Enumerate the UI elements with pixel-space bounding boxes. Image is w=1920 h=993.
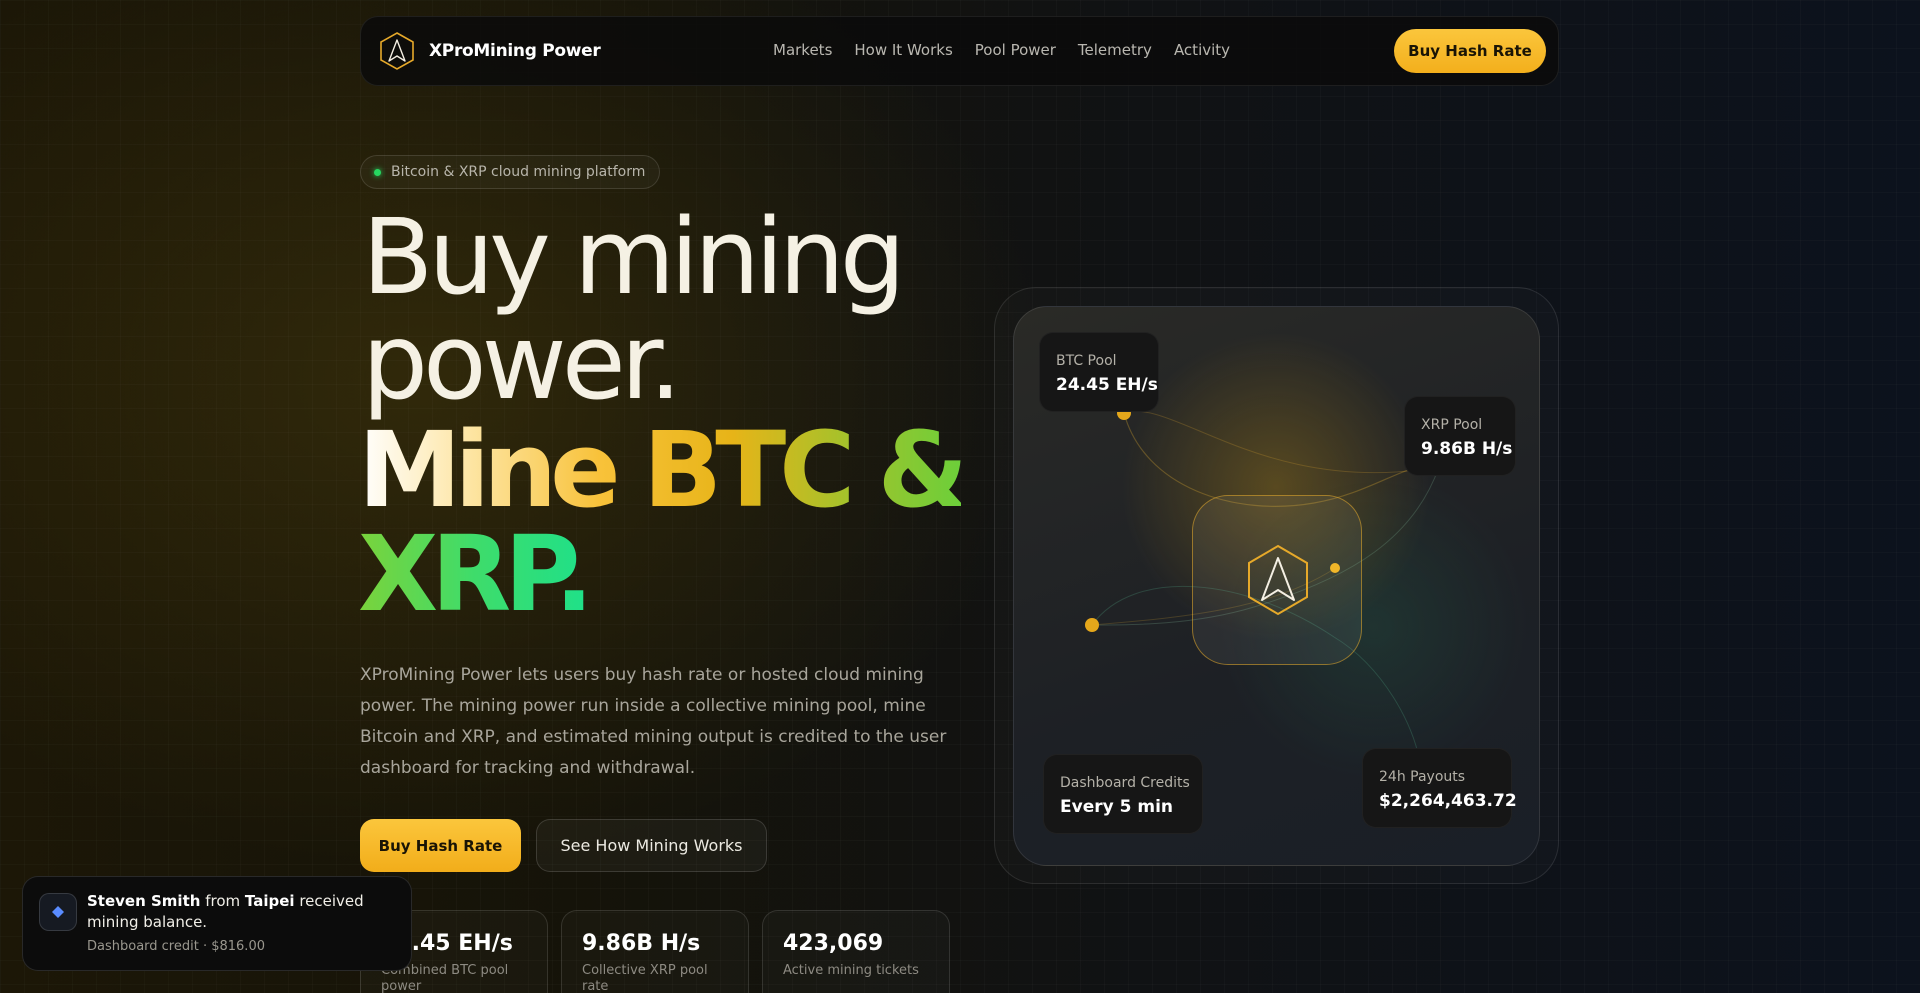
hexagon-logo-icon: [1248, 544, 1308, 616]
dashboard-credits-label: Dashboard Credits: [1060, 775, 1190, 791]
payouts-card: 24h Payouts $2,264,463.72: [1362, 748, 1517, 828]
badge-label: Bitcoin & XRP cloud mining platform: [391, 164, 646, 180]
activity-toast[interactable]: Steven Smith from Taipei received mining…: [22, 876, 412, 971]
stat-value: 9.86B H/s: [582, 931, 701, 956]
hexagon-logo-icon: [380, 32, 414, 70]
stat-value: 423,069: [783, 931, 884, 956]
brand[interactable]: XProMining Power: [379, 31, 601, 71]
brand-name: XProMining Power: [429, 41, 601, 61]
nav-link-how-it-works[interactable]: How It Works: [854, 41, 952, 59]
hero-description: XProMining Power lets users buy hash rat…: [360, 665, 947, 778]
btc-pool-label: BTC Pool: [1056, 353, 1117, 369]
toast-user-name: Steven Smith: [87, 892, 201, 910]
nav-links: Markets How It Works Pool Power Telemetr…: [773, 41, 1230, 59]
xrp-pool-label: XRP Pool: [1421, 417, 1483, 433]
toast-city: Taipei: [244, 892, 295, 910]
stat-card-tickets: 423,069 Active mining tickets: [762, 910, 950, 993]
nav-link-markets[interactable]: Markets: [773, 41, 832, 59]
stat-label: Collective XRP pool rate: [582, 963, 708, 993]
btc-pool-card: BTC Pool 24.45 EH/s: [1039, 332, 1159, 412]
see-how-mining-works-button[interactable]: See How Mining Works: [536, 819, 767, 872]
status-dot-icon: [374, 169, 381, 176]
core-hub: [1192, 495, 1362, 665]
hero-accent-line-2: XRP.: [358, 513, 594, 635]
payouts-label: 24h Payouts: [1379, 769, 1466, 785]
dashboard-credits-value: Every 5 min: [1060, 797, 1173, 817]
nav-link-activity[interactable]: Activity: [1174, 41, 1230, 59]
nav-link-pool-power[interactable]: Pool Power: [975, 41, 1056, 59]
toast-from: from: [205, 892, 241, 910]
platform-badge: Bitcoin & XRP cloud mining platform: [360, 155, 661, 189]
pool-visual: BTC Pool 24.45 EH/s XRP Pool 9.86B H/s D…: [1013, 306, 1540, 866]
nav-buy-hash-rate-button[interactable]: Buy Hash Rate: [1394, 29, 1546, 73]
buy-hash-rate-button[interactable]: Buy Hash Rate: [360, 819, 521, 872]
hero-title-line-2: power.: [362, 301, 682, 423]
xrp-pool-value: 9.86B H/s: [1421, 439, 1513, 459]
nav-link-telemetry[interactable]: Telemetry: [1078, 41, 1152, 59]
top-nav: XProMining Power Markets How It Works Po…: [360, 16, 1559, 86]
diamond-icon: [39, 893, 77, 931]
node-dot: [1085, 618, 1099, 632]
xrp-pool-card: XRP Pool 9.86B H/s: [1404, 396, 1516, 476]
stat-label: Active mining tickets: [783, 963, 919, 978]
stat-card-xrp: 9.86B H/s Collective XRP pool rate: [561, 910, 749, 993]
payouts-value: $2,264,463.72: [1379, 791, 1517, 811]
hero-accent-line-1: Mine BTC &: [358, 409, 968, 531]
toast-subtext: Dashboard credit · $816.00: [87, 939, 265, 954]
btc-pool-value: 24.45 EH/s: [1056, 375, 1158, 395]
dashboard-credits-card: Dashboard Credits Every 5 min: [1043, 754, 1203, 834]
toast-message: Steven Smith from Taipei received mining…: [87, 891, 399, 933]
hero-title-line-1: Buy mining: [362, 196, 906, 318]
